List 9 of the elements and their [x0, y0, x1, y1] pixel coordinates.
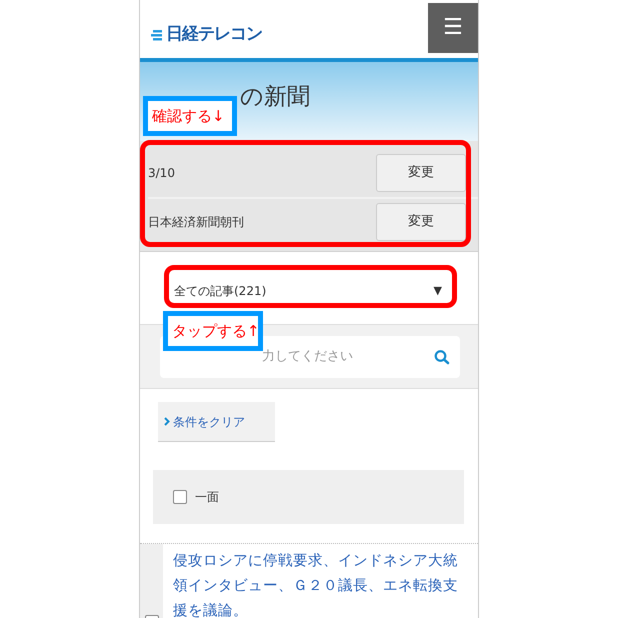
- page-title: の新聞: [240, 84, 311, 112]
- annotation-tooltip: 確認する↓: [143, 96, 237, 136]
- setting-value: 日本経済新聞朝刊: [148, 214, 244, 231]
- caret-icon: ▼: [434, 282, 442, 300]
- logo-text: 日経テレコン: [166, 23, 262, 46]
- select-value: 全ての記事(221): [174, 283, 266, 300]
- checkbox-label: 一面: [195, 489, 219, 506]
- annotation-tooltip: タップする↑: [163, 311, 263, 351]
- setting-value: 3/10: [148, 165, 175, 182]
